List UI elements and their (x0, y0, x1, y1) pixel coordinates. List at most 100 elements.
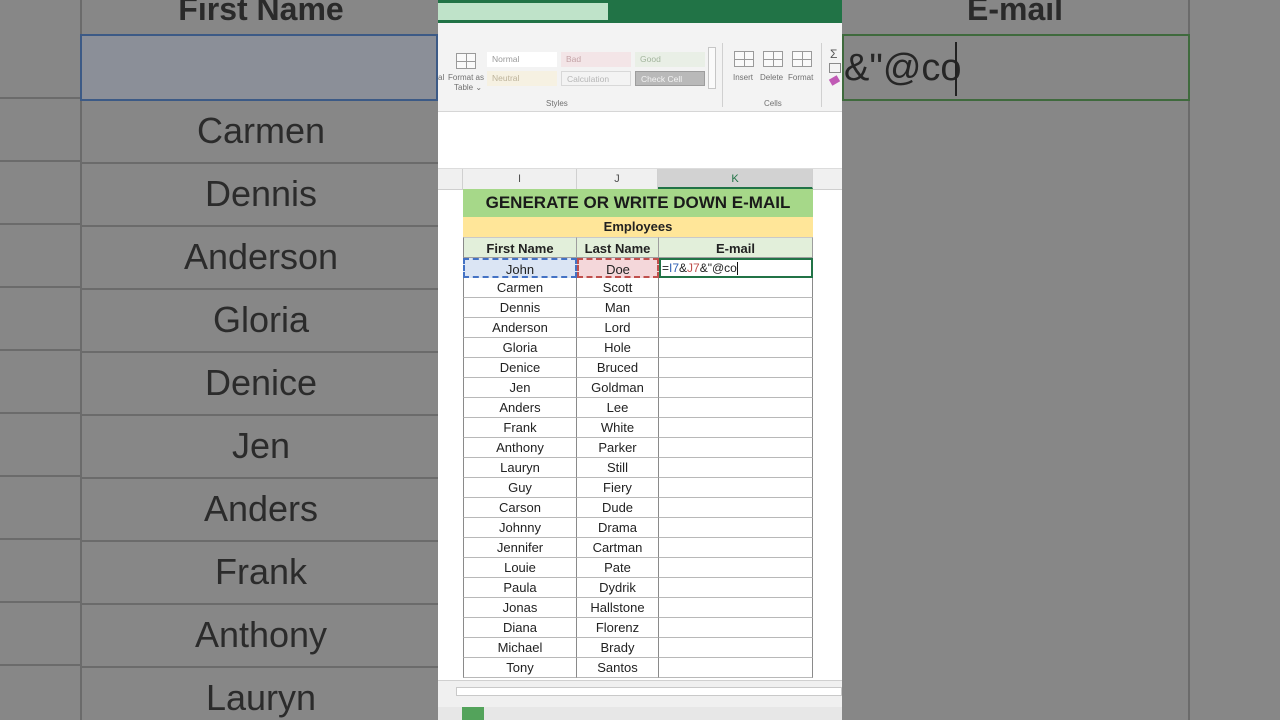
first-name-cell[interactable]: Dennis (463, 298, 577, 318)
format-button[interactable]: Format (788, 73, 813, 82)
email-cell[interactable] (659, 298, 813, 318)
formula-bar-area[interactable] (438, 112, 842, 162)
header-first-name[interactable]: First Name (463, 237, 577, 258)
clear-eraser-icon[interactable] (828, 75, 841, 86)
email-cell[interactable] (659, 398, 813, 418)
table-row: Louie Pate (463, 558, 813, 578)
column-header-i[interactable]: I (463, 169, 577, 189)
last-name-cell[interactable]: Hallstone (577, 598, 659, 618)
style-normal[interactable]: Normal (487, 52, 557, 67)
email-cell[interactable] (659, 598, 813, 618)
email-cell[interactable] (659, 498, 813, 518)
last-name-cell[interactable]: Goldman (577, 378, 659, 398)
select-all-corner[interactable] (438, 169, 463, 189)
first-name-cell[interactable]: Denice (463, 358, 577, 378)
header-last-name[interactable]: Last Name (577, 237, 659, 258)
email-cell[interactable] (659, 438, 813, 458)
first-name-cell[interactable]: Gloria (463, 338, 577, 358)
autosum-icon[interactable]: Σ (830, 47, 837, 61)
email-cell[interactable] (659, 418, 813, 438)
styles-gallery-scroll[interactable] (708, 47, 716, 89)
style-good[interactable]: Good (635, 52, 705, 67)
bg-name-cell: Frank (82, 540, 440, 605)
email-cell-editing[interactable]: =I7&J7&"@co (659, 258, 813, 278)
style-bad[interactable]: Bad (561, 52, 631, 67)
email-cell[interactable] (659, 338, 813, 358)
last-name-cell[interactable]: Doe (577, 258, 659, 278)
first-name-cell[interactable]: Michael (463, 638, 577, 658)
last-name-cell[interactable]: Santos (577, 658, 659, 678)
last-name-cell[interactable]: Man (577, 298, 659, 318)
email-cell[interactable] (659, 478, 813, 498)
last-name-cell[interactable]: Still (577, 458, 659, 478)
email-cell[interactable] (659, 458, 813, 478)
employees-label[interactable]: Employees (463, 217, 813, 237)
format-as-table-icon[interactable] (456, 53, 476, 69)
first-name-cell[interactable]: John (463, 258, 577, 278)
bg-name-cell: Jen (82, 414, 440, 479)
format-as-table-label-2[interactable]: Table ⌄ (454, 83, 482, 92)
first-name-cell[interactable]: Tony (463, 658, 577, 678)
email-cell[interactable] (659, 618, 813, 638)
last-name-cell[interactable]: Dydrik (577, 578, 659, 598)
first-name-cell[interactable]: Louie (463, 558, 577, 578)
header-email[interactable]: E-mail (659, 237, 813, 258)
first-name-cell[interactable]: Jen (463, 378, 577, 398)
style-neutral[interactable]: Neutral (487, 71, 557, 86)
email-cell[interactable] (659, 578, 813, 598)
bg-first-name-header: First Name (178, 0, 344, 27)
last-name-cell[interactable]: Lord (577, 318, 659, 338)
bg-gridline (0, 349, 80, 351)
first-name-cell[interactable]: Lauryn (463, 458, 577, 478)
first-name-cell[interactable]: Anthony (463, 438, 577, 458)
insert-button[interactable]: Insert (733, 73, 753, 82)
first-name-cell[interactable]: Carmen (463, 278, 577, 298)
last-name-cell[interactable]: Parker (577, 438, 659, 458)
fill-icon[interactable] (829, 63, 841, 73)
email-cell[interactable] (659, 658, 813, 678)
sheet-title[interactable]: GENERATE OR WRITE DOWN E-MAIL (463, 189, 813, 217)
email-cell[interactable] (659, 278, 813, 298)
style-check-cell[interactable]: Check Cell (635, 71, 705, 86)
first-name-cell[interactable]: Carson (463, 498, 577, 518)
first-name-cell[interactable]: Jennifer (463, 538, 577, 558)
last-name-cell[interactable]: Dude (577, 498, 659, 518)
last-name-cell[interactable]: Scott (577, 278, 659, 298)
last-name-cell[interactable]: Florenz (577, 618, 659, 638)
email-cell[interactable] (659, 538, 813, 558)
last-name-cell[interactable]: White (577, 418, 659, 438)
format-cells-icon[interactable] (792, 51, 812, 67)
last-name-cell[interactable]: Lee (577, 398, 659, 418)
column-header-j[interactable]: J (577, 169, 658, 189)
email-cell[interactable] (659, 318, 813, 338)
last-name-cell[interactable]: Pate (577, 558, 659, 578)
last-name-cell[interactable]: Hole (577, 338, 659, 358)
insert-cells-icon[interactable] (734, 51, 754, 67)
first-name-cell[interactable]: Anderson (463, 318, 577, 338)
last-name-cell[interactable]: Fiery (577, 478, 659, 498)
email-cell[interactable] (659, 518, 813, 538)
first-name-cell[interactable]: Johnny (463, 518, 577, 538)
column-header-k[interactable]: K (658, 169, 813, 189)
email-cell[interactable] (659, 558, 813, 578)
delete-cells-icon[interactable] (763, 51, 783, 67)
first-name-cell[interactable]: Frank (463, 418, 577, 438)
last-name-cell[interactable]: Drama (577, 518, 659, 538)
email-cell[interactable] (659, 358, 813, 378)
last-name-cell[interactable]: Cartman (577, 538, 659, 558)
last-name-cell[interactable]: Bruced (577, 358, 659, 378)
first-name-cell[interactable]: Anders (463, 398, 577, 418)
last-name-cell[interactable]: Brady (577, 638, 659, 658)
email-cell[interactable] (659, 378, 813, 398)
status-indicator (462, 707, 484, 720)
first-name-cell[interactable]: Jonas (463, 598, 577, 618)
first-name-cell[interactable]: Paula (463, 578, 577, 598)
delete-button[interactable]: Delete (760, 73, 783, 82)
horizontal-scrollbar[interactable] (456, 687, 842, 696)
style-calculation[interactable]: Calculation (561, 71, 631, 86)
format-as-table-label[interactable]: Format as (448, 73, 484, 82)
email-cell[interactable] (659, 638, 813, 658)
first-name-cell[interactable]: Guy (463, 478, 577, 498)
first-name-cell[interactable]: Diana (463, 618, 577, 638)
search-box[interactable] (438, 3, 608, 20)
